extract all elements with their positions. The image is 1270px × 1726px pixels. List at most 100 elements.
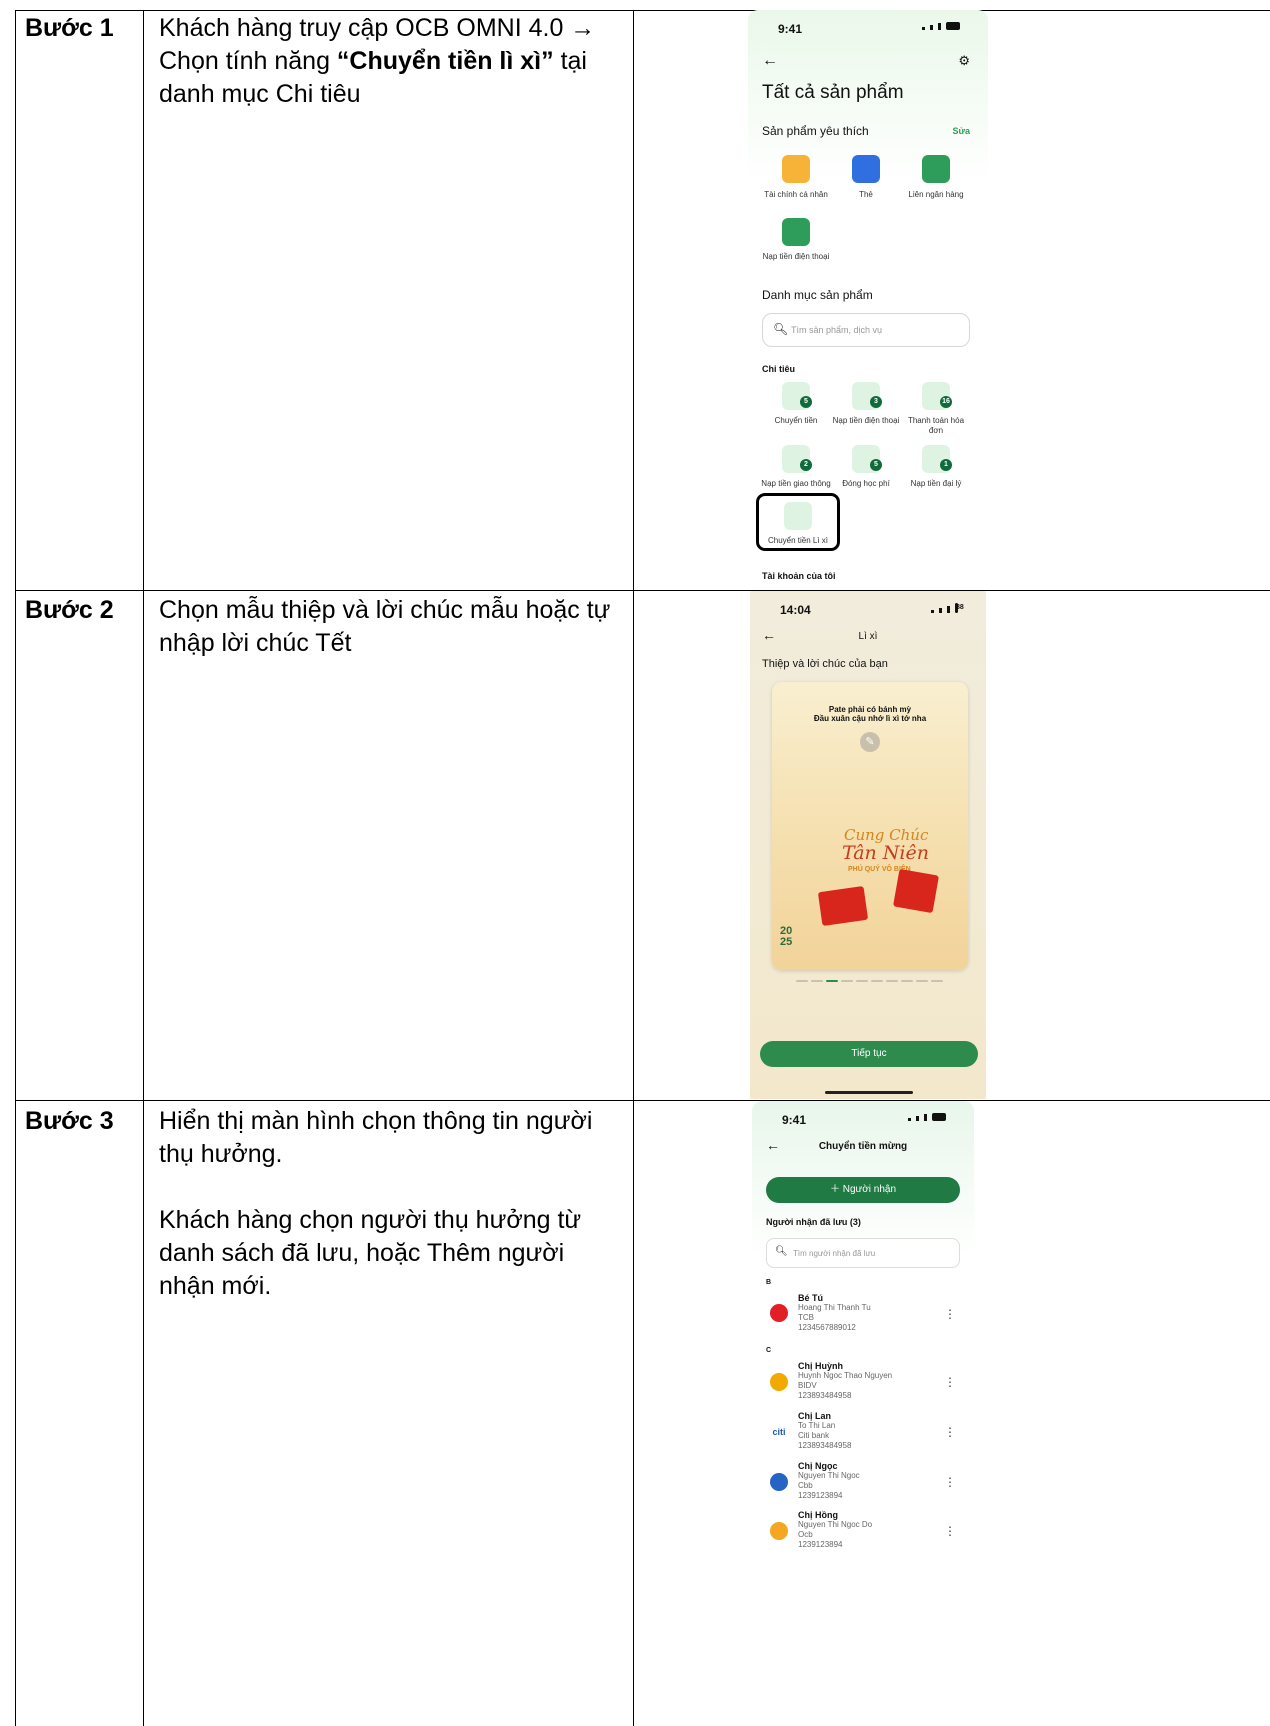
recipient-row[interactable]: Chị Lan To Thi Lan Citi bank 123893484958	[798, 1411, 851, 1451]
card-art-text: Tân Niên	[842, 842, 929, 864]
settings-icon[interactable]: ⚙	[958, 53, 970, 69]
screenshot-lucky-money-recipients: 9:41 ← Chuyển tiền mừng ＋ Người nhận Ngư…	[752, 1101, 974, 1726]
pager-dot[interactable]	[886, 980, 898, 982]
signal-battery-icon	[922, 22, 960, 30]
category-label: Chuyển tiền	[774, 416, 818, 425]
pager-dot[interactable]	[931, 980, 943, 982]
screen-title: Chuyển tiền mừng	[818, 1141, 908, 1152]
row-divider	[15, 590, 1270, 591]
red-envelope-image	[817, 885, 869, 927]
lucky-money-transfer-icon[interactable]	[784, 502, 812, 530]
status-bar: 9:41	[752, 1101, 974, 1131]
pager-dot[interactable]	[916, 980, 928, 982]
table-border-top	[15, 10, 1270, 11]
group-letter: C	[766, 1347, 772, 1354]
favorites-edit-link[interactable]: Sửa	[952, 126, 970, 136]
more-options-icon[interactable]: ⋮	[944, 1307, 956, 1321]
pager-dot[interactable]	[841, 980, 853, 982]
category-label: Nạp tiền đại lý	[910, 479, 962, 488]
pager-dot[interactable]	[901, 980, 913, 982]
search-icon: 🔍︎	[775, 1246, 788, 1257]
count-badge: 1	[940, 459, 952, 471]
pager-dot[interactable]	[856, 980, 868, 982]
status-bar: 9:41	[748, 10, 988, 40]
greeting-card[interactable]: Pate phải có bánh mỳ Đầu xuân cậu nhớ lì…	[772, 682, 968, 970]
favorite-label: Thẻ	[859, 190, 873, 199]
lucky-money-label: Chuyển tiền Lì xì	[767, 536, 829, 545]
card-line-1: Pate phải có bánh mỳ	[828, 705, 912, 714]
bank-logo-icon	[770, 1473, 788, 1491]
more-options-icon[interactable]: ⋮	[944, 1524, 956, 1538]
search-placeholder: Tìm sản phẩm, dịch vụ	[791, 325, 883, 335]
table-border-left	[15, 10, 16, 1726]
product-search-input[interactable]: 🔍︎ Tìm sản phẩm, dịch vụ	[762, 313, 970, 347]
red-envelope-image	[893, 868, 939, 914]
pager-dot-active[interactable]	[826, 980, 838, 982]
home-indicator	[825, 1091, 913, 1094]
category-label: Thanh toán hóa đơn	[907, 416, 965, 435]
row-divider	[15, 1100, 1270, 1101]
screenshot-all-products: 9:41 ← ⚙ Tất cả sản phẩm Sản phẩm yêu th…	[748, 10, 988, 590]
more-options-icon[interactable]: ⋮	[944, 1475, 956, 1489]
add-recipient-button[interactable]: ＋ Người nhận	[766, 1177, 960, 1203]
step-1-label: Bước 1	[25, 14, 114, 42]
personal-finance-icon[interactable]	[782, 155, 810, 183]
bank-logo-icon	[770, 1304, 788, 1322]
search-icon: 🔍︎	[773, 322, 789, 336]
bank-logo-icon	[770, 1373, 788, 1391]
count-badge: 5	[870, 459, 882, 471]
page-title: Tất cả sản phẩm	[762, 82, 904, 103]
saved-recipients-title: Người nhận đã lưu (3)	[766, 1217, 861, 1227]
step-2-label: Bước 2	[25, 596, 114, 624]
edit-pencil-icon[interactable]: ✎	[860, 732, 880, 752]
favorite-label: Tài chính cá nhân	[764, 190, 828, 199]
status-time: 14:04	[780, 603, 811, 617]
recipient-search-input[interactable]: 🔍︎ Tìm người nhận đã lưu	[766, 1238, 960, 1268]
step-3-description: Hiển thị màn hình chọn thông tin người t…	[159, 1107, 593, 1300]
status-time: 9:41	[778, 22, 803, 36]
add-recipient-label: Người nhận	[842, 1184, 897, 1195]
card-icon[interactable]	[852, 155, 880, 183]
column-divider	[143, 10, 144, 1726]
group-letter: B	[766, 1279, 772, 1286]
back-arrow-icon[interactable]: ←	[762, 52, 778, 70]
favorite-label: Nạp tiền điện thoại	[762, 252, 830, 261]
recipient-row[interactable]: Chị Huỳnh Huynh Ngoc Thao Nguyen BIDV 12389…	[798, 1361, 892, 1401]
lucky-money-highlight[interactable]: Chuyển tiền Lì xì	[756, 493, 840, 551]
interbank-icon[interactable]	[922, 155, 950, 183]
continue-button[interactable]: Tiếp tục	[760, 1041, 978, 1067]
step-1-description: Khách hàng truy cập OCB OMNI 4.0 → Chọn …	[159, 14, 596, 108]
pager-dot[interactable]	[796, 980, 808, 982]
pager-dot[interactable]	[871, 980, 883, 982]
step-3-label: Bước 3	[25, 1107, 114, 1135]
card-line-2: Đầu xuân cậu nhớ lì xì tớ nha	[813, 714, 927, 723]
count-badge: 3	[870, 396, 882, 408]
recipient-row[interactable]: Chị Ngọc Nguyen Thi Ngoc Cbb 1239123894	[798, 1461, 860, 1501]
more-options-icon[interactable]: ⋮	[944, 1425, 956, 1439]
recipient-row[interactable]: Chị Hồng Nguyen Thi Ngoc Do Ocb 1239123894	[798, 1510, 872, 1550]
screen-title: Lì xì	[858, 631, 878, 642]
carousel-pager[interactable]	[796, 980, 943, 982]
step-2-description: Chọn mẫu thiệp và lời chúc mẫu hoặc tự n…	[159, 596, 611, 657]
category-label: Đóng học phí	[842, 479, 890, 488]
phone-topup-icon[interactable]	[782, 218, 810, 246]
status-time: 9:41	[782, 1113, 807, 1127]
category-label: Nạp tiền điện thoại	[832, 416, 900, 425]
steps-table: Bước 1 Khách hàng truy cập OCB OMNI 4.0 …	[15, 10, 1270, 1726]
search-placeholder: Tìm người nhận đã lưu	[793, 1249, 876, 1258]
section-title: Chi tiêu	[762, 364, 795, 374]
count-badge: 5	[800, 396, 812, 408]
recipient-row[interactable]: Bé Tú Hoang Thi Thanh Tu TCB 1234567889012	[798, 1293, 871, 1333]
my-accounts-title: Tài khoản của tôi	[762, 571, 836, 581]
card-year-art: 2025	[780, 925, 793, 948]
pager-dot[interactable]	[811, 980, 823, 982]
favorite-label: Liên ngân hàng	[908, 190, 964, 199]
catalog-title: Danh mục sản phẩm	[762, 288, 873, 302]
bank-logo-icon: citi	[770, 1423, 788, 1441]
column-divider	[633, 10, 634, 1726]
count-badge: 16	[940, 396, 952, 408]
status-bar: 14:04 88	[750, 591, 986, 621]
count-badge: 2	[800, 459, 812, 471]
more-options-icon[interactable]: ⋮	[944, 1375, 956, 1389]
signal-battery-icon	[908, 1113, 946, 1121]
